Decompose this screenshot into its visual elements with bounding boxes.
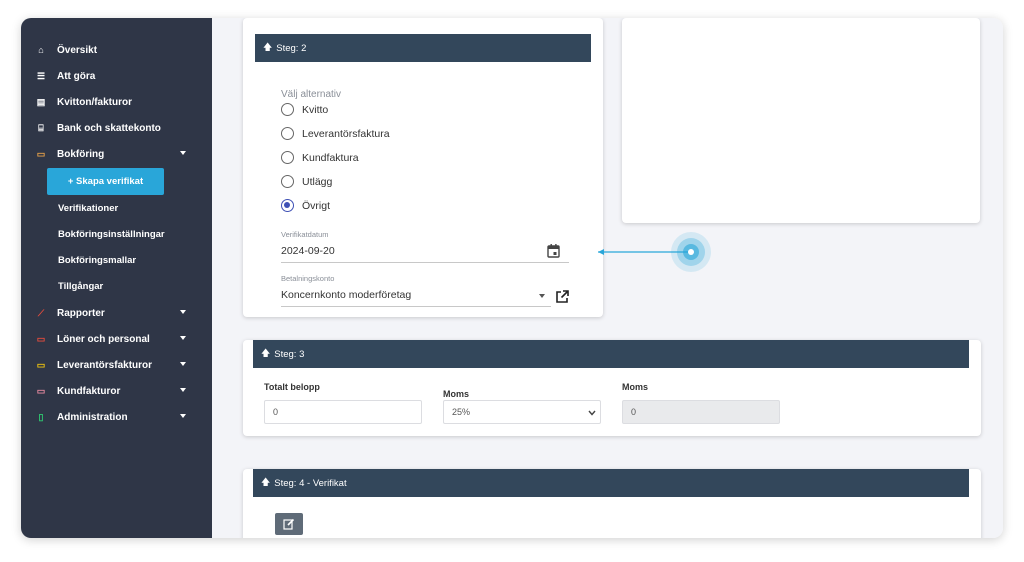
options-label: Välj alternativ xyxy=(281,89,342,100)
sidebar-item-administration[interactable]: ▯ Administration xyxy=(21,406,212,428)
sidebar-item-label: Leverantörsfakturor xyxy=(57,359,153,371)
radio-utlagg[interactable]: Utlägg xyxy=(281,175,332,188)
radio-button[interactable] xyxy=(281,151,294,164)
customer-invoice-icon: ▭ xyxy=(36,385,46,396)
sidebar-item-label: Att göra xyxy=(57,70,96,82)
radio-button[interactable] xyxy=(281,127,294,140)
sidebar: ⌂ Översikt ☰ Att göra ▤ Kvitton/fakturor… xyxy=(21,18,212,538)
sidebar-item-bokforing[interactable]: ▭ Bokföring xyxy=(21,143,212,165)
chevron-down-icon xyxy=(180,388,186,392)
moms-amount-input: 0 xyxy=(622,400,780,424)
sidebar-subitem-verifikationer[interactable]: Verifikationer xyxy=(58,198,118,218)
radio-label: Kundfaktura xyxy=(302,151,359,164)
edit-button[interactable] xyxy=(275,513,303,535)
receipt-icon: ▤ xyxy=(36,96,46,107)
radio-ovrigt[interactable]: Övrigt xyxy=(281,199,330,212)
sidebar-item-label: Kundfakturor xyxy=(57,385,121,397)
book-icon: ▭ xyxy=(36,148,46,159)
create-verifikat-button[interactable]: + Skapa verifikat xyxy=(47,168,164,195)
chevron-down-icon xyxy=(180,414,186,418)
arrow-up-icon: 🡅 xyxy=(263,42,273,52)
step2-title: Steg: 2 xyxy=(276,42,307,54)
admin-icon: ▯ xyxy=(38,411,44,422)
radio-kundfaktura[interactable]: Kundfaktura xyxy=(281,151,359,164)
step4-header[interactable]: 🡅 Steg: 4 - Verifikat xyxy=(253,469,969,497)
chevron-down-icon[interactable] xyxy=(539,294,545,298)
step4-card: 🡅 Steg: 4 - Verifikat xyxy=(243,469,981,538)
arrow-up-icon: 🡅 xyxy=(261,348,271,358)
chart-icon: ⟋ xyxy=(37,307,45,318)
arrow-up-icon: 🡅 xyxy=(261,477,271,487)
preview-panel xyxy=(622,18,980,223)
sidebar-subitem-bokforingsinstallningar[interactable]: Bokföringsinställningar xyxy=(58,224,165,244)
edit-icon xyxy=(283,518,295,530)
radio-label: Utlägg xyxy=(302,175,333,188)
sidebar-item-label: Bank och skattekonto xyxy=(57,122,161,134)
step2-header[interactable]: 🡅 Steg: 2 xyxy=(255,34,591,62)
chevron-down-icon xyxy=(588,410,596,416)
sidebar-item-att-gora[interactable]: ☰ Att göra xyxy=(21,65,212,87)
chevron-down-icon xyxy=(180,336,186,340)
bank-icon: ⌸ xyxy=(38,122,44,133)
click-indicator xyxy=(598,232,711,272)
sidebar-item-kundfakturor[interactable]: ▭ Kundfakturor xyxy=(21,380,212,402)
sidebar-item-leverantorsfakturor[interactable]: ▭ Leverantörsfakturor xyxy=(21,354,212,376)
account-select[interactable]: Koncernkonto moderföretag xyxy=(281,289,411,301)
date-label: Verifikatdatum xyxy=(281,230,329,239)
sidebar-item-label: Bokföring xyxy=(57,148,105,160)
sidebar-item-loner[interactable]: ▭ Löner och personal xyxy=(21,328,212,350)
step3-title: Steg: 3 xyxy=(274,348,305,360)
step3-header[interactable]: 🡅 Steg: 3 xyxy=(253,340,969,368)
app-window: ⌂ Översikt ☰ Att göra ▤ Kvitton/fakturor… xyxy=(21,18,1003,538)
radio-button-checked[interactable] xyxy=(281,199,294,212)
sidebar-item-label: Kvitton/fakturor xyxy=(57,96,132,108)
sidebar-item-oversikt[interactable]: ⌂ Översikt xyxy=(21,39,212,61)
sidebar-item-label: Rapporter xyxy=(57,307,105,319)
moms-select-value: 25% xyxy=(452,407,471,417)
account-underline xyxy=(281,306,551,307)
radio-label: Kvitto xyxy=(302,103,329,116)
total-input[interactable]: 0 xyxy=(264,400,422,424)
sidebar-subitem-bokforingsmallar[interactable]: Bokföringsmallar xyxy=(58,250,136,270)
step4-title: Steg: 4 - Verifikat xyxy=(274,477,347,489)
moms-select-label: Moms xyxy=(443,389,470,399)
external-link-icon[interactable] xyxy=(555,289,570,304)
list-icon: ☰ xyxy=(36,70,46,81)
chevron-down-icon xyxy=(180,310,186,314)
chevron-down-icon xyxy=(180,362,186,366)
main-content: 🡅 Steg: 2 Välj alternativ Kvitto Leveran… xyxy=(212,18,1003,538)
radio-button[interactable] xyxy=(281,175,294,188)
radio-label: Övrigt xyxy=(302,199,331,212)
sidebar-item-rapporter[interactable]: ⟋ Rapporter xyxy=(21,302,212,324)
total-label: Totalt belopp xyxy=(264,382,320,392)
invoice-icon: ▭ xyxy=(36,359,46,370)
step3-card: 🡅 Steg: 3 Totalt belopp 0 Moms 25% Moms … xyxy=(243,340,981,436)
moms-label: Moms xyxy=(622,382,649,392)
sidebar-item-bank[interactable]: ⌸ Bank och skattekonto xyxy=(21,117,212,139)
sidebar-item-kvitton[interactable]: ▤ Kvitton/fakturor xyxy=(21,91,212,113)
chevron-down-icon xyxy=(180,151,186,155)
radio-leverantorsfaktura[interactable]: Leverantörsfaktura xyxy=(281,127,390,140)
home-icon: ⌂ xyxy=(38,45,44,55)
sidebar-item-label: Översikt xyxy=(57,44,98,56)
radio-button[interactable] xyxy=(281,103,294,116)
radio-kvitto[interactable]: Kvitto xyxy=(281,103,328,116)
radio-label: Leverantörsfaktura xyxy=(302,127,390,140)
date-input[interactable]: 2024-09-20 xyxy=(281,245,335,257)
sidebar-item-label: Löner och personal xyxy=(57,333,150,345)
date-underline xyxy=(281,262,569,263)
sidebar-subitem-tillgangar[interactable]: Tillgångar xyxy=(58,276,103,296)
moms-select[interactable]: 25% xyxy=(443,400,601,424)
sidebar-item-label: Administration xyxy=(57,411,128,423)
payroll-icon: ▭ xyxy=(36,333,46,344)
account-label: Betalningskonto xyxy=(281,274,335,283)
